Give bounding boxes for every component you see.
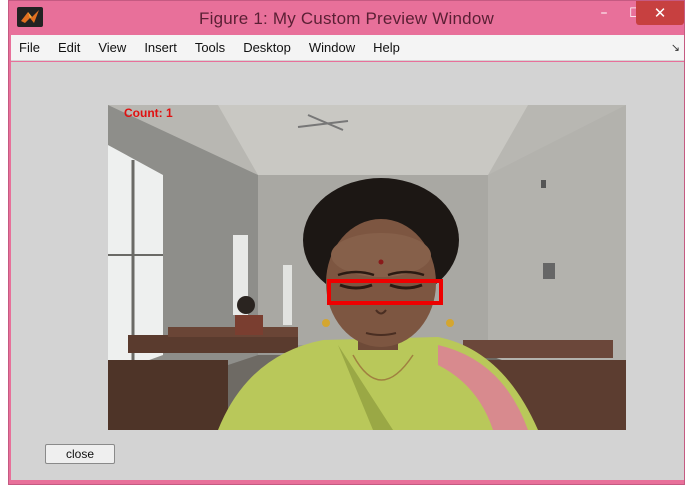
figure-canvas: Count: 1 close bbox=[11, 62, 684, 480]
figure-window: Figure 1: My Custom Preview Window – ☐ ✕… bbox=[8, 0, 685, 485]
camera-frame-image bbox=[108, 105, 626, 430]
window-title: Figure 1: My Custom Preview Window bbox=[199, 9, 494, 28]
camera-preview: Count: 1 bbox=[108, 105, 626, 430]
menu-tools[interactable]: Tools bbox=[186, 35, 234, 61]
detection-count-label: Count: 1 bbox=[124, 106, 173, 120]
dock-arrow-icon[interactable]: ↘ bbox=[671, 41, 680, 54]
eye-detection-box bbox=[327, 279, 443, 305]
menu-file[interactable]: File bbox=[11, 35, 49, 61]
close-button[interactable]: close bbox=[45, 444, 115, 464]
menu-edit[interactable]: Edit bbox=[49, 35, 89, 61]
title-bar[interactable]: Figure 1: My Custom Preview Window – ☐ ✕ bbox=[9, 1, 684, 35]
menu-view[interactable]: View bbox=[89, 35, 135, 61]
menu-desktop[interactable]: Desktop bbox=[234, 35, 300, 61]
menu-window[interactable]: Window bbox=[300, 35, 364, 61]
menu-help[interactable]: Help bbox=[364, 35, 409, 61]
menu-bar: File Edit View Insert Tools Desktop Wind… bbox=[11, 35, 684, 61]
close-window-button[interactable]: ✕ bbox=[636, 1, 684, 25]
menu-insert[interactable]: Insert bbox=[135, 35, 186, 61]
minimize-button[interactable]: – bbox=[589, 1, 619, 25]
